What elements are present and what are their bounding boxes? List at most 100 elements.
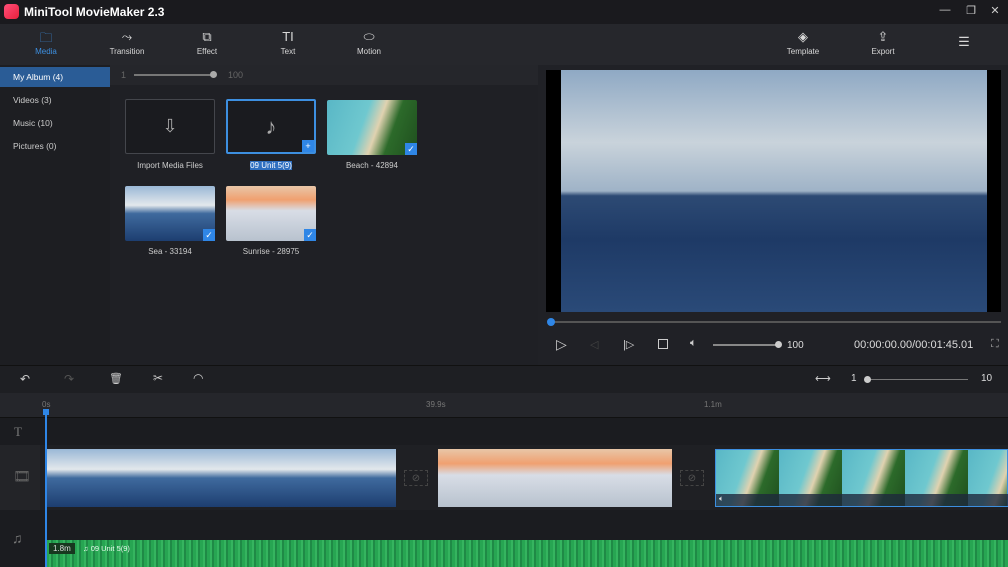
text-track[interactable]: T bbox=[0, 417, 1008, 445]
item-count: (3) bbox=[41, 95, 52, 105]
effect-icon: ⧉ bbox=[202, 29, 212, 44]
audio-label: ♫ 09 Unit 5(9) bbox=[83, 544, 130, 553]
playhead-handle[interactable] bbox=[43, 409, 49, 415]
item-label: My Album bbox=[13, 72, 51, 82]
clip-beach[interactable]: 🔈︎ bbox=[715, 449, 1008, 507]
audio-name: 09 Unit 5(9) bbox=[90, 544, 130, 553]
volume-handle[interactable] bbox=[775, 341, 782, 348]
size-min-label: 1 bbox=[121, 70, 127, 80]
folder-icon: 🗀 bbox=[39, 30, 53, 45]
checked-icon[interactable]: ✓ bbox=[203, 229, 215, 241]
item-label: Videos bbox=[13, 95, 39, 105]
minimize-icon[interactable]: — bbox=[937, 4, 953, 16]
playback-progress[interactable] bbox=[548, 321, 1001, 323]
main-toolbar: 🗀 Media ⤳ Transition ⧉ Effect TI Text ⬭ Motio… bbox=[0, 24, 1008, 65]
clip-sunrise[interactable] bbox=[438, 449, 672, 507]
media-item-sunrise[interactable]: ✓ bbox=[226, 186, 316, 241]
playhead[interactable] bbox=[45, 410, 47, 567]
tab-effect[interactable]: ⧉ Effect bbox=[172, 24, 242, 65]
sidebar-item-videos[interactable]: Videos (3) bbox=[0, 90, 110, 110]
export-button[interactable]: ⇪ Export bbox=[848, 24, 918, 65]
delete-icon[interactable]: 🗑︎ bbox=[109, 372, 123, 385]
audio-duration: 1.8m bbox=[49, 543, 75, 554]
fullscreen-icon[interactable]: ⛶ bbox=[991, 338, 999, 351]
export-label: Export bbox=[871, 47, 895, 56]
app-logo-icon bbox=[4, 4, 19, 19]
play-icon[interactable]: ▷ bbox=[556, 336, 567, 353]
ruler-tick: 39.9s bbox=[426, 400, 446, 409]
sidebar-item-pictures[interactable]: Pictures (0) bbox=[0, 136, 110, 156]
progress-handle[interactable] bbox=[547, 318, 555, 326]
template-icon: ◈ bbox=[798, 29, 808, 44]
checked-icon[interactable]: ✓ bbox=[304, 229, 316, 241]
sidebar-item-music[interactable]: Music (10) bbox=[0, 113, 110, 133]
size-slider-handle[interactable] bbox=[210, 71, 217, 78]
undo-icon[interactable]: ↶ bbox=[20, 372, 30, 386]
text-icon: TI bbox=[282, 29, 294, 44]
volume-value: 100 bbox=[787, 340, 804, 351]
size-slider[interactable] bbox=[134, 74, 214, 76]
item-count: (10) bbox=[37, 118, 53, 128]
video-preview bbox=[546, 70, 1001, 312]
media-library: 1 100 ⇩ Import Media Files ♪ + 09 Unit 5(… bbox=[110, 65, 538, 365]
add-icon[interactable]: + bbox=[302, 140, 314, 152]
music-note-icon: ♪ bbox=[265, 114, 277, 139]
music-note-icon: ♫ bbox=[83, 544, 91, 553]
timeline-zoom-handle[interactable] bbox=[864, 376, 871, 383]
tab-label: Effect bbox=[196, 47, 218, 56]
split-icon[interactable]: ✂ bbox=[153, 371, 163, 385]
size-max-label: 100 bbox=[228, 70, 244, 80]
text-track-icon: T bbox=[14, 424, 22, 439]
sidebar-item-my-album[interactable]: My Album (4) bbox=[0, 67, 110, 87]
speed-icon[interactable]: ◠ bbox=[193, 371, 203, 385]
time-readout: 00:00:00.00/00:01:45.01 bbox=[854, 339, 974, 351]
tab-label: Text bbox=[280, 47, 296, 56]
timeline-ruler[interactable]: 0s 39.9s 1.1m bbox=[0, 393, 1008, 417]
selected-caption: 09 Unit 5(9) bbox=[250, 161, 292, 170]
album-sidebar: My Album (4) Videos (3) Music (10) Pictu… bbox=[0, 65, 110, 365]
media-caption: Import Media Files bbox=[137, 161, 203, 170]
film-icon: 🎞︎ bbox=[13, 468, 31, 484]
timeline-zoom-max: 10 bbox=[981, 373, 993, 384]
audio-clip[interactable]: 1.8m ♫ 09 Unit 5(9) bbox=[46, 540, 1008, 567]
redo-icon[interactable]: ↷ bbox=[64, 372, 74, 386]
restore-icon[interactable]: ❐ bbox=[963, 4, 979, 17]
item-label: Pictures bbox=[13, 141, 44, 151]
media-caption: Beach - 42894 bbox=[345, 161, 399, 170]
item-count: (4) bbox=[52, 72, 64, 82]
ruler-tick: 0s bbox=[42, 400, 51, 409]
prev-frame-icon[interactable]: ◁ bbox=[590, 338, 598, 351]
clip-volume-icon[interactable]: 🔈︎ bbox=[716, 494, 1008, 506]
tab-transition[interactable]: ⤳ Transition bbox=[92, 24, 162, 65]
thumbnail-size-bar: 1 100 bbox=[110, 65, 538, 85]
tab-text[interactable]: TI Text bbox=[253, 24, 323, 65]
media-item-music[interactable]: ♪ + bbox=[226, 99, 316, 154]
volume-icon[interactable]: 🔈︎ bbox=[690, 337, 697, 350]
template-button[interactable]: ◈ Template bbox=[768, 24, 838, 65]
checked-icon[interactable]: ✓ bbox=[405, 143, 417, 155]
ruler-tick: 1.1m bbox=[704, 400, 722, 409]
tab-motion[interactable]: ⬭ Motion bbox=[334, 24, 404, 65]
item-label: Music bbox=[13, 118, 36, 128]
transition-slot-icon[interactable]: ⊘ bbox=[680, 470, 704, 486]
tab-media[interactable]: 🗀 Media bbox=[11, 24, 81, 65]
media-caption: Sunrise - 28975 bbox=[242, 247, 300, 256]
timeline-toolbar: ↶ ↷ 🗑︎ ✂ ◠ ⟷ 1 10 bbox=[0, 365, 1008, 393]
transition-icon: ⤳ bbox=[121, 29, 133, 44]
transition-slot-icon[interactable]: ⊘ bbox=[404, 470, 428, 486]
clip-sea[interactable] bbox=[47, 449, 396, 507]
stop-icon[interactable] bbox=[658, 339, 668, 349]
menu-button[interactable]: ☰ bbox=[929, 24, 999, 65]
media-caption: Sea - 33194 bbox=[148, 247, 192, 256]
tab-label: Transition bbox=[109, 47, 145, 56]
next-frame-icon[interactable]: |▷ bbox=[623, 338, 634, 351]
import-folder-icon: ⇩ bbox=[162, 116, 178, 136]
media-item-sea[interactable]: ✓ bbox=[125, 186, 215, 241]
close-icon[interactable]: ✕ bbox=[987, 4, 1003, 17]
video-track[interactable]: 🎞︎ ⊘ ⊘ 🔈︎ bbox=[0, 445, 1008, 510]
media-item-beach[interactable]: ✓ bbox=[327, 100, 417, 155]
timeline-zoom-slider[interactable] bbox=[868, 379, 968, 380]
volume-slider[interactable] bbox=[713, 344, 779, 346]
fit-timeline-icon[interactable]: ⟷ bbox=[815, 372, 831, 385]
import-media-button[interactable]: ⇩ bbox=[125, 99, 215, 154]
